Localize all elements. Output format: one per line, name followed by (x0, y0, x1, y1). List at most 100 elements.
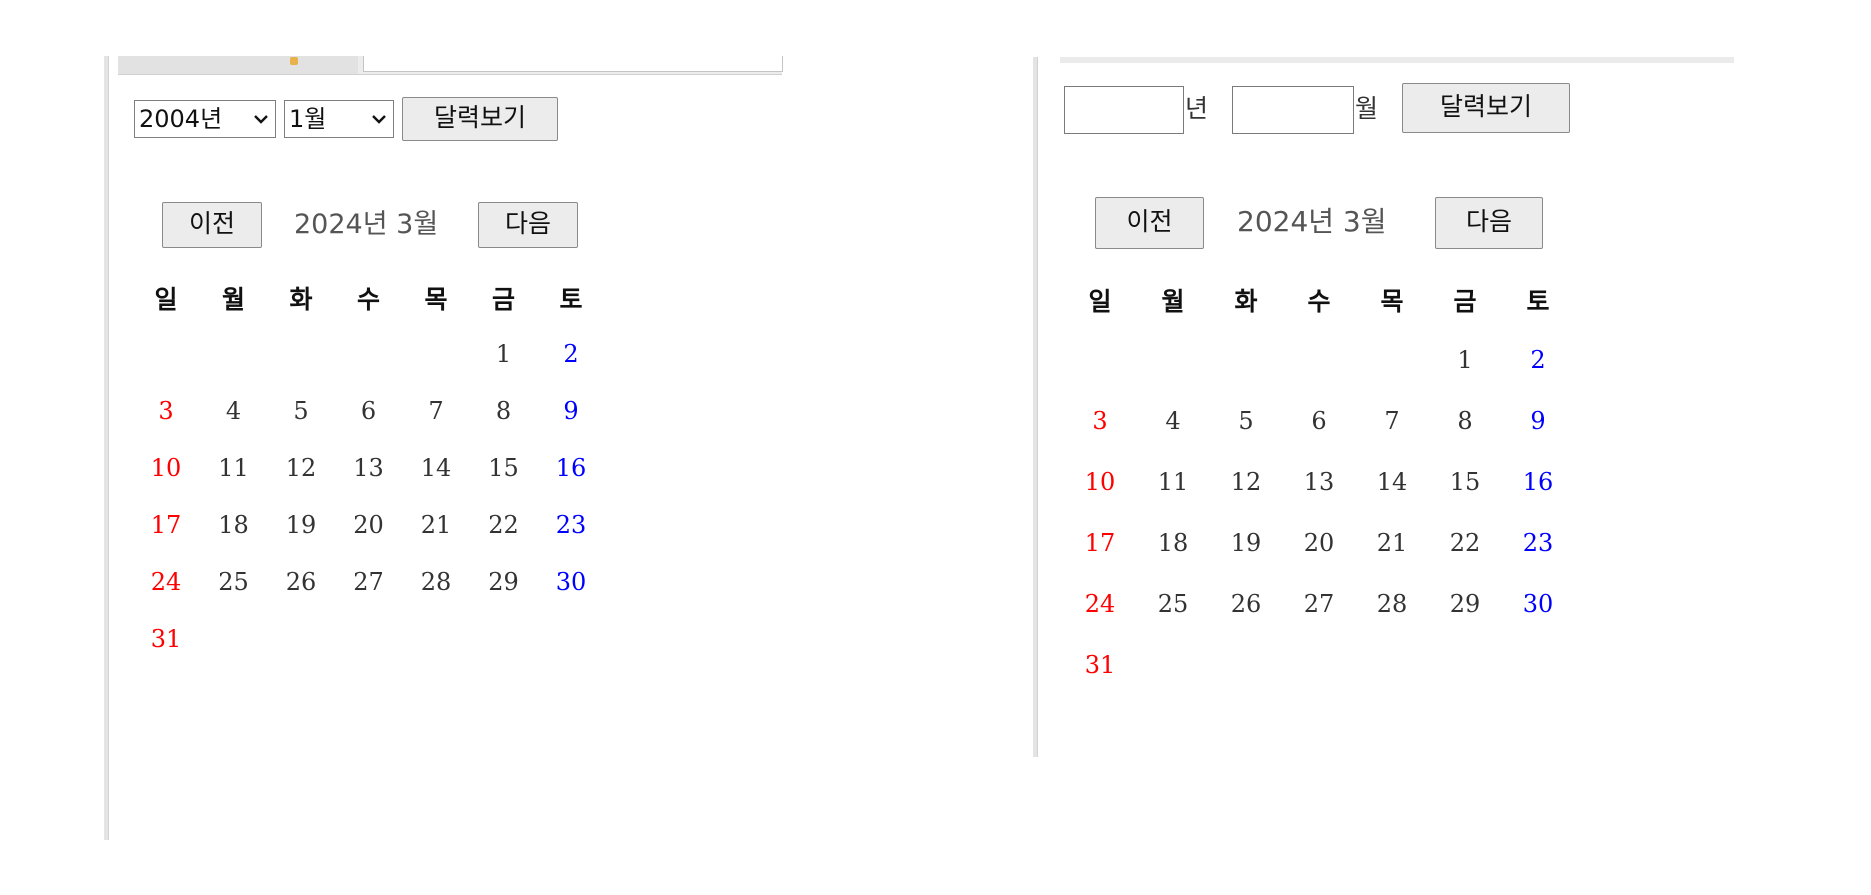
prev-month-button[interactable]: 이전 (1095, 197, 1204, 249)
weekday-header: 일 (154, 285, 178, 314)
chevron-down-icon (254, 115, 268, 124)
year-select-value: 2004년 (139, 105, 223, 133)
weekday-header: 화 (289, 285, 313, 314)
calendar-day-cell[interactable]: 28 (416, 568, 456, 596)
calendar-day-cell[interactable]: 2 (551, 340, 591, 368)
browser-top-strip (1060, 57, 1734, 63)
view-calendar-button[interactable]: 달력보기 (1402, 83, 1570, 133)
calendar-day-cell[interactable]: 25 (1153, 590, 1193, 618)
calendar-day-cell[interactable]: 16 (551, 454, 591, 482)
calendar-day-cell[interactable]: 10 (146, 454, 186, 482)
year-select[interactable]: 2004년 (134, 100, 276, 138)
calendar-day-cell[interactable]: 4 (1153, 407, 1193, 435)
calendar-day-cell[interactable]: 17 (1080, 529, 1120, 557)
calendar-day-cell[interactable]: 11 (214, 454, 254, 482)
calendar-day-cell[interactable]: 18 (214, 511, 254, 539)
calendar-day-cell[interactable]: 19 (1226, 529, 1266, 557)
current-month-label: 2024년 3월 (294, 209, 439, 240)
weekday-header: 토 (559, 285, 583, 314)
calendar-day-cell[interactable]: 8 (484, 397, 524, 425)
weekday-header: 일 (1088, 287, 1112, 316)
calendar-panel-input-version: 년 월 달력보기 이전 2024년 3월 다음 일월화수목금토123456789… (1030, 0, 1734, 770)
calendar-day-cell[interactable]: 15 (1445, 468, 1485, 496)
weekday-header: 월 (1161, 287, 1185, 316)
month-unit-label: 월 (1355, 94, 1379, 123)
calendar-day-cell[interactable]: 31 (146, 625, 186, 653)
calendar-day-cell[interactable]: 5 (281, 397, 321, 425)
calendar-day-cell[interactable]: 27 (1299, 590, 1339, 618)
calendar-day-cell[interactable]: 25 (214, 568, 254, 596)
calendar-day-cell[interactable]: 26 (1226, 590, 1266, 618)
calendar-day-cell[interactable]: 4 (214, 397, 254, 425)
address-bar[interactable] (363, 56, 783, 72)
month-select-value: 1월 (289, 105, 327, 133)
calendar-day-cell[interactable]: 22 (1445, 529, 1485, 557)
weekday-header: 목 (424, 285, 448, 314)
calendar-day-cell[interactable]: 1 (484, 340, 524, 368)
calendar-day-cell[interactable]: 7 (1372, 407, 1412, 435)
browser-tab-area (118, 56, 358, 74)
browser-top-strip (118, 56, 783, 75)
calendar-day-cell[interactable]: 13 (1299, 468, 1339, 496)
calendar-day-cell[interactable]: 16 (1518, 468, 1558, 496)
calendar-day-cell[interactable]: 28 (1372, 590, 1412, 618)
year-input[interactable] (1064, 86, 1184, 134)
month-select[interactable]: 1월 (284, 100, 394, 138)
weekday-header: 수 (356, 285, 380, 314)
prev-month-button[interactable]: 이전 (162, 202, 262, 248)
calendar-day-cell[interactable]: 9 (551, 397, 591, 425)
calendar-day-cell[interactable]: 29 (484, 568, 524, 596)
calendar-day-cell[interactable]: 13 (349, 454, 389, 482)
calendar-day-cell[interactable]: 26 (281, 568, 321, 596)
calendar-day-cell[interactable]: 20 (349, 511, 389, 539)
chevron-down-icon (372, 115, 386, 124)
calendar-day-cell[interactable]: 21 (1372, 529, 1412, 557)
favicon-icon (290, 57, 298, 65)
calendar-day-cell[interactable]: 23 (1518, 529, 1558, 557)
calendar-day-cell[interactable]: 5 (1226, 407, 1266, 435)
calendar-day-cell[interactable]: 3 (146, 397, 186, 425)
view-calendar-button[interactable]: 달력보기 (402, 97, 558, 141)
calendar-day-cell[interactable]: 15 (484, 454, 524, 482)
window-left-edge (104, 56, 109, 840)
calendar-day-cell[interactable]: 6 (1299, 407, 1339, 435)
calendar-day-cell[interactable]: 30 (551, 568, 591, 596)
calendar-panel-select-version: 2004년 1월 달력보기 이전 2024년 3월 다음 일월화수목금토1234… (0, 0, 800, 860)
calendar-day-cell[interactable]: 10 (1080, 468, 1120, 496)
calendar-day-cell[interactable]: 30 (1518, 590, 1558, 618)
calendar-day-cell[interactable]: 22 (484, 511, 524, 539)
calendar-day-cell[interactable]: 17 (146, 511, 186, 539)
calendar-day-cell[interactable]: 7 (416, 397, 456, 425)
calendar-day-cell[interactable]: 9 (1518, 407, 1558, 435)
calendar-day-cell[interactable]: 29 (1445, 590, 1485, 618)
next-month-button[interactable]: 다음 (1435, 197, 1543, 249)
calendar-day-cell[interactable]: 1 (1445, 346, 1485, 374)
month-input[interactable] (1232, 86, 1354, 134)
calendar-day-cell[interactable]: 23 (551, 511, 591, 539)
year-unit-label: 년 (1185, 94, 1209, 123)
calendar-day-cell[interactable]: 14 (416, 454, 456, 482)
window-left-edge (1033, 57, 1038, 757)
weekday-header: 토 (1526, 287, 1550, 316)
calendar-day-cell[interactable]: 21 (416, 511, 456, 539)
current-month-label: 2024년 3월 (1237, 205, 1387, 238)
calendar-day-cell[interactable]: 20 (1299, 529, 1339, 557)
calendar-day-cell[interactable]: 3 (1080, 407, 1120, 435)
calendar-day-cell[interactable]: 19 (281, 511, 321, 539)
calendar-day-cell[interactable]: 14 (1372, 468, 1412, 496)
weekday-header: 화 (1234, 287, 1258, 316)
calendar-day-cell[interactable]: 6 (349, 397, 389, 425)
calendar-day-cell[interactable]: 12 (281, 454, 321, 482)
next-month-button[interactable]: 다음 (478, 202, 578, 248)
calendar-day-cell[interactable]: 24 (1080, 590, 1120, 618)
calendar-day-cell[interactable]: 24 (146, 568, 186, 596)
weekday-header: 수 (1307, 287, 1331, 316)
calendar-day-cell[interactable]: 18 (1153, 529, 1193, 557)
calendar-day-cell[interactable]: 12 (1226, 468, 1266, 496)
calendar-day-cell[interactable]: 8 (1445, 407, 1485, 435)
calendar-day-cell[interactable]: 31 (1080, 651, 1120, 679)
calendar-day-cell[interactable]: 11 (1153, 468, 1193, 496)
weekday-header: 월 (221, 285, 245, 314)
calendar-day-cell[interactable]: 2 (1518, 346, 1558, 374)
calendar-day-cell[interactable]: 27 (349, 568, 389, 596)
